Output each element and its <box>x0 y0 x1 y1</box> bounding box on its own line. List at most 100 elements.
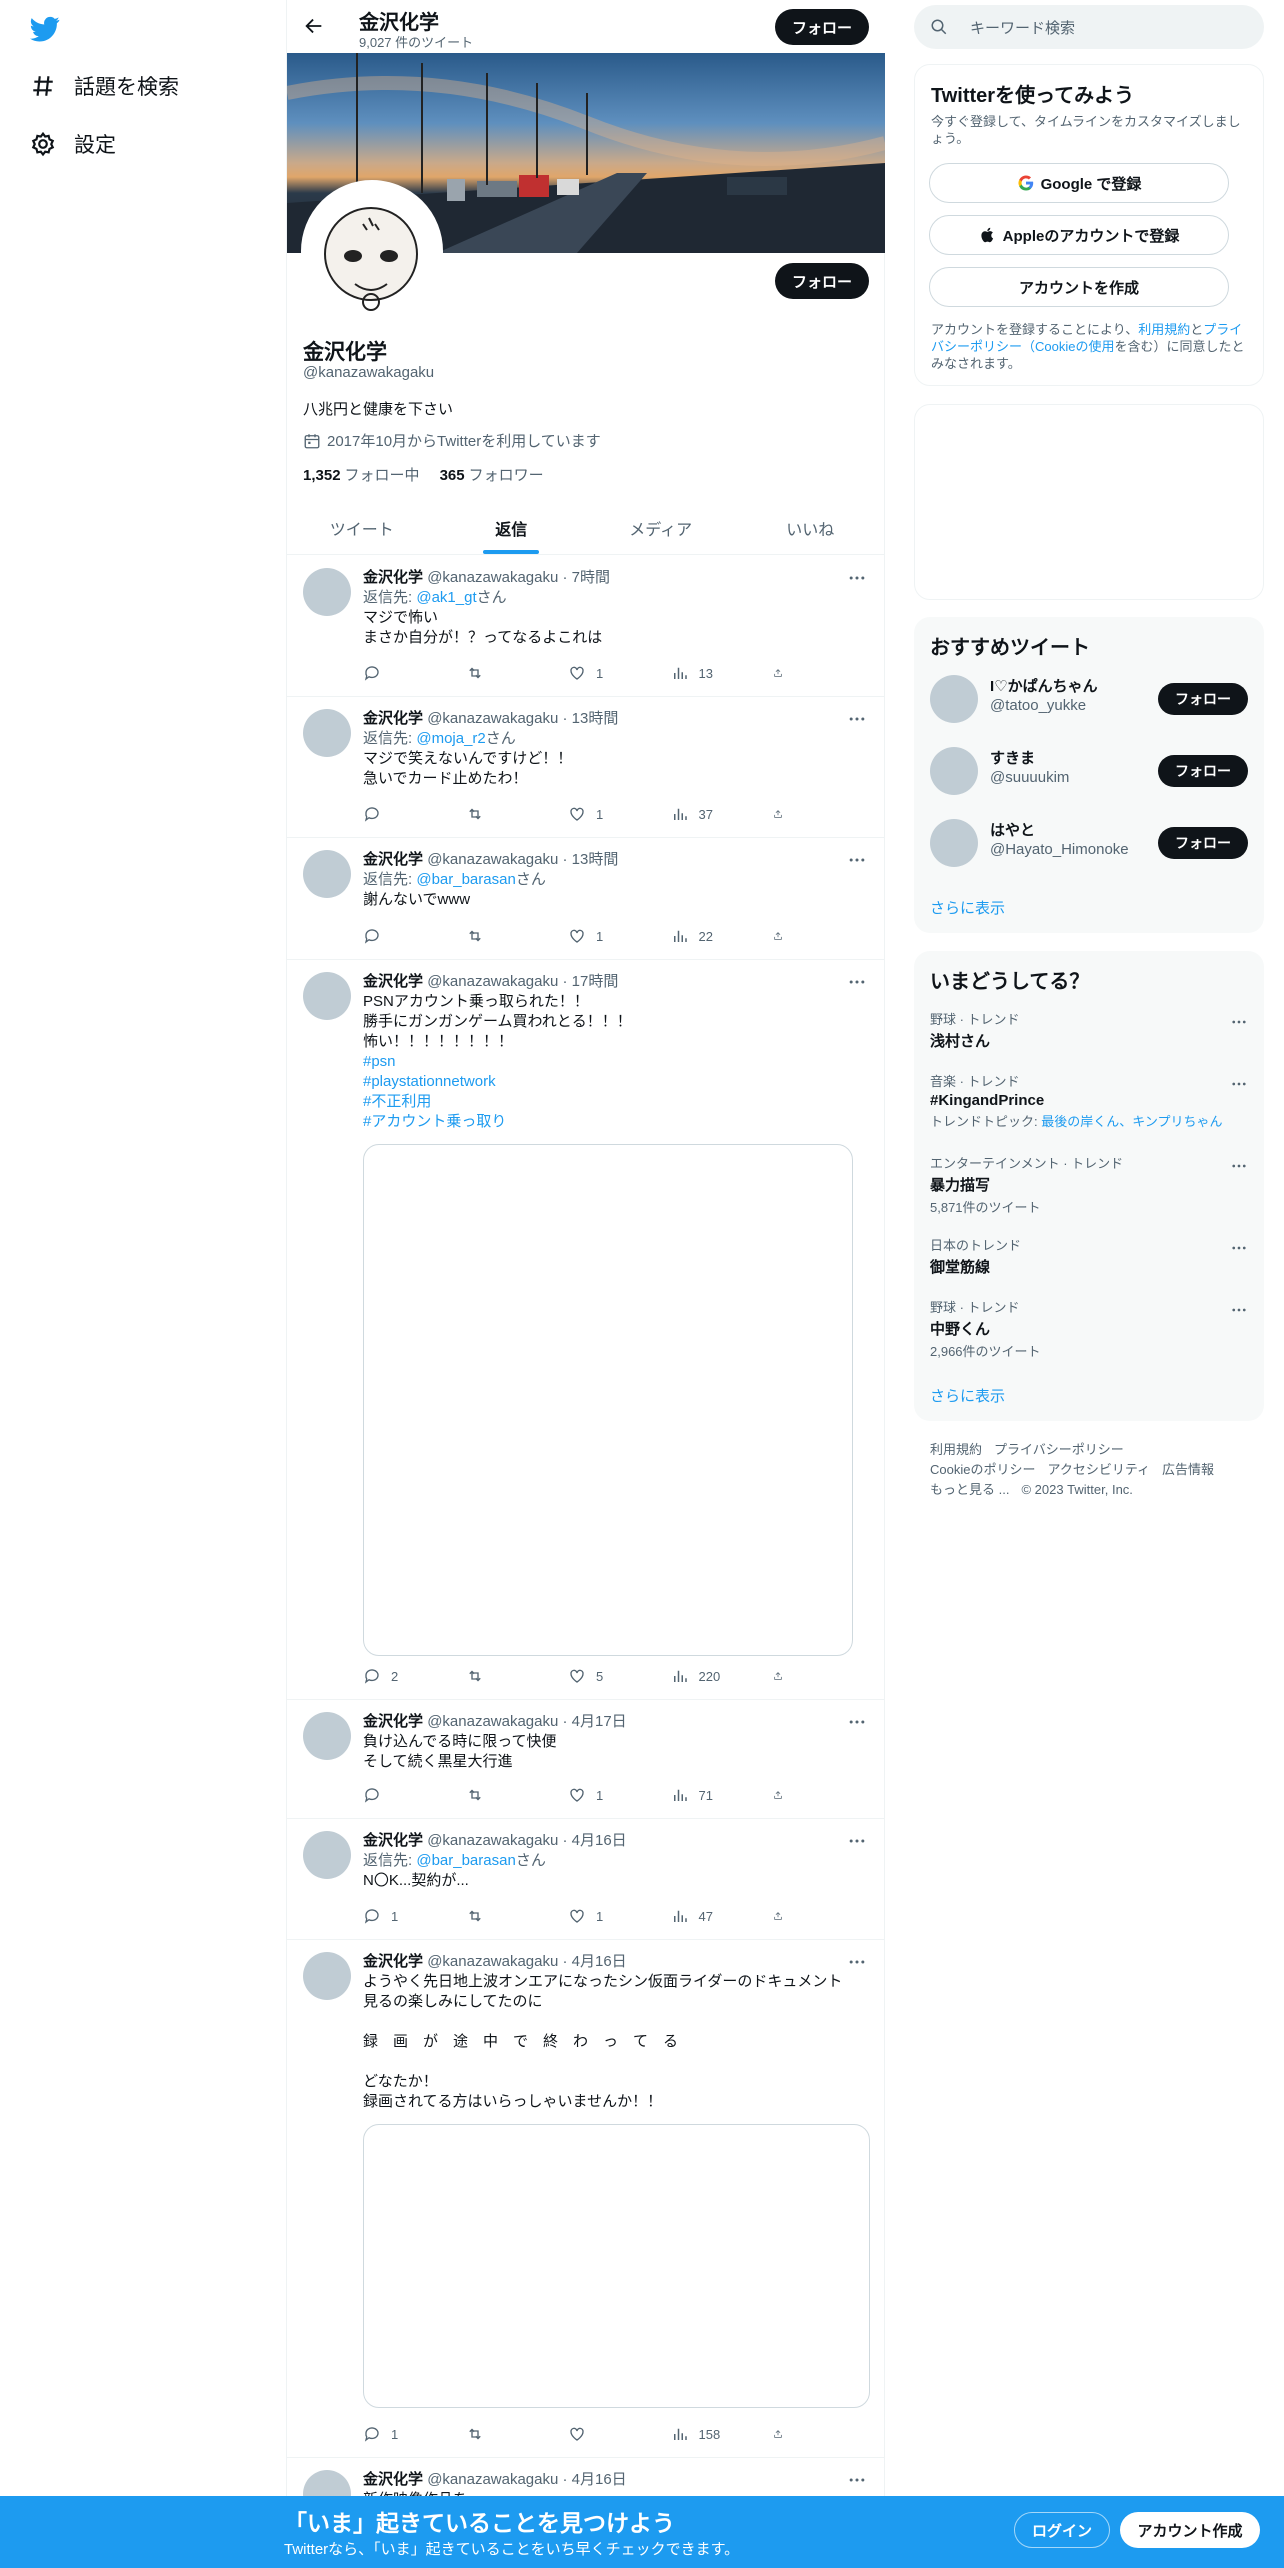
reply-button[interactable] <box>363 805 448 823</box>
trend-more-button[interactable] <box>1230 1239 1248 1257</box>
share-button[interactable] <box>773 927 793 945</box>
share-button[interactable] <box>773 1667 793 1685</box>
tweet-avatar[interactable] <box>303 568 351 616</box>
retweet-button[interactable] <box>466 2425 551 2443</box>
follow-button[interactable]: フォロー <box>1158 827 1248 859</box>
share-button[interactable] <box>773 2425 793 2443</box>
tweet[interactable]: 金沢化学 @kanazawakagaku · 13時間 返信先: @bar_bar… <box>287 838 885 960</box>
trend-item[interactable]: 野球 · トレンド 中野くん 2,966件のツイート <box>930 1297 1248 1360</box>
avatar[interactable] <box>930 747 978 795</box>
tweet-author-name[interactable]: 金沢化学 <box>363 1713 423 1730</box>
tweet-author-name[interactable]: 金沢化学 <box>363 2471 423 2488</box>
like-button[interactable]: 1 <box>568 805 653 823</box>
retweet-button[interactable] <box>466 1907 551 1925</box>
trend-item[interactable]: 野球 · トレンド 浅村さん <box>930 1009 1248 1051</box>
tweet[interactable]: 金沢化学 @kanazawakagaku · 4月16日 返信先: @bar_ba… <box>287 1819 885 1940</box>
search-input[interactable]: キーワード検索 <box>914 5 1264 49</box>
views-button[interactable]: 220 <box>671 1667 756 1685</box>
trend-item[interactable]: 音楽 · トレンド #KingandPrince トレンドトピック: 最後の岸くん、… <box>930 1071 1248 1130</box>
trend-related-link[interactable]: 最後の岸くん、キンプリちゃん <box>1041 1114 1222 1129</box>
twitter-logo-icon[interactable] <box>30 14 60 44</box>
reply-button[interactable] <box>363 664 448 682</box>
reply-button[interactable] <box>363 1786 448 1804</box>
recommended-user[interactable]: すきま @suuuukim フォロー <box>930 741 1248 797</box>
share-button[interactable] <box>773 1907 793 1925</box>
trend-more-button[interactable] <box>1230 1301 1248 1319</box>
reply-to-link[interactable]: @moja_r2 <box>416 730 485 747</box>
tab-media[interactable]: メディア <box>586 502 736 554</box>
reply-to-link[interactable]: @ak1_gt <box>416 589 476 606</box>
like-button[interactable]: 1 <box>568 1786 653 1804</box>
header-follow-button[interactable]: フォロー <box>775 9 869 45</box>
views-button[interactable]: 47 <box>671 1907 756 1925</box>
avatar[interactable] <box>930 819 978 867</box>
reply-button[interactable] <box>363 927 448 945</box>
recommended-user[interactable]: I♡かぱんちゃん @tatoo_yukke フォロー <box>930 669 1248 725</box>
tweet-author-name[interactable]: 金沢化学 <box>363 851 423 868</box>
tweet[interactable]: 金沢化学 @kanazawakagaku · 4月17日 負け込んでる時に限って快… <box>287 1700 885 1819</box>
reply-button[interactable]: 1 <box>363 2425 448 2443</box>
signup-button[interactable]: アカウント作成 <box>1120 2512 1260 2548</box>
views-button[interactable]: 13 <box>671 664 756 682</box>
tweet-avatar[interactable] <box>303 1952 351 2000</box>
views-button[interactable]: 37 <box>671 805 756 823</box>
tweet-media[interactable] <box>363 2124 870 2408</box>
reply-button[interactable]: 2 <box>363 1667 448 1685</box>
trend-item[interactable]: 日本のトレンド 御堂筋線 <box>930 1235 1248 1277</box>
like-button[interactable]: 5 <box>568 1667 653 1685</box>
share-button[interactable] <box>773 664 793 682</box>
footer-link[interactable]: 広告情報 <box>1162 1462 1214 1477</box>
tab-likes[interactable]: いいね <box>736 502 886 554</box>
following-link[interactable]: 1,352 フォロー中 <box>303 464 420 485</box>
trends-more-link[interactable]: さらに表示 <box>930 1385 1005 1406</box>
apple-signup-button[interactable]: Appleのアカウントで登録 <box>929 215 1229 255</box>
hashtag-link[interactable]: #psn <box>363 1052 868 1072</box>
tweet-author-name[interactable]: 金沢化学 <box>363 710 423 727</box>
like-button[interactable]: 1 <box>568 927 653 945</box>
tweet[interactable]: 金沢化学 @kanazawakagaku · 13時間 返信先: @moja_r2… <box>287 697 885 838</box>
tweet-author-name[interactable]: 金沢化学 <box>363 1953 423 1970</box>
tweet-avatar[interactable] <box>303 1831 351 1879</box>
retweet-button[interactable] <box>466 927 551 945</box>
nav-settings[interactable]: 設定 <box>30 124 116 164</box>
tweet-avatar[interactable] <box>303 850 351 898</box>
footer-link[interactable]: アクセシビリティ <box>1047 1462 1150 1477</box>
reply-to-link[interactable]: @bar_barasan <box>416 1852 515 1869</box>
trend-more-button[interactable] <box>1230 1075 1248 1093</box>
hashtag-link[interactable]: #不正利用 <box>363 1092 868 1112</box>
views-button[interactable]: 71 <box>671 1786 756 1804</box>
reply-to-link[interactable]: @bar_barasan <box>416 871 515 888</box>
share-button[interactable] <box>773 1786 793 1804</box>
footer-link[interactable]: 利用規約 <box>930 1442 982 1457</box>
footer-more-link[interactable]: もっと見る ... <box>930 1482 1009 1497</box>
tweet-avatar[interactable] <box>303 709 351 757</box>
like-button[interactable]: 1 <box>568 664 653 682</box>
footer-link[interactable]: プライバシーポリシー <box>994 1442 1124 1457</box>
followers-link[interactable]: 365 フォロワー <box>440 464 544 485</box>
google-signup-button[interactable]: Google で登録 <box>929 163 1229 203</box>
retweet-button[interactable] <box>466 1667 551 1685</box>
tweet-avatar[interactable] <box>303 972 351 1020</box>
like-button[interactable] <box>568 2425 653 2443</box>
footer-link[interactable]: Cookieのポリシー <box>930 1462 1035 1477</box>
hashtag-link[interactable]: #アカウント乗っ取り <box>363 1112 868 1132</box>
trend-more-button[interactable] <box>1230 1157 1248 1175</box>
tweet-author-name[interactable]: 金沢化学 <box>363 973 423 990</box>
recommended-user[interactable]: はやと @Hayato_Himonoke フォロー <box>930 813 1248 869</box>
views-button[interactable]: 22 <box>671 927 756 945</box>
like-button[interactable]: 1 <box>568 1907 653 1925</box>
tab-tweets[interactable]: ツイート <box>287 502 437 554</box>
terms-link[interactable]: 利用規約 <box>1138 322 1190 337</box>
retweet-button[interactable] <box>466 664 551 682</box>
tab-replies[interactable]: 返信 <box>437 502 587 554</box>
create-account-button[interactable]: アカウントを作成 <box>929 267 1229 307</box>
profile-follow-button[interactable]: フォロー <box>775 263 869 299</box>
tweet-author-name[interactable]: 金沢化学 <box>363 569 423 586</box>
reply-button[interactable]: 1 <box>363 1907 448 1925</box>
profile-avatar[interactable] <box>301 180 443 322</box>
tweet[interactable]: 金沢化学 @kanazawakagaku · 4月16日 ようやく先日地上波オンエ… <box>287 1940 885 2458</box>
retweet-button[interactable] <box>466 805 551 823</box>
tweet[interactable]: 金沢化学 @kanazawakagaku · 7時間 返信先: @ak1_gtさん… <box>287 556 885 697</box>
follow-button[interactable]: フォロー <box>1158 683 1248 715</box>
tweet-avatar[interactable] <box>303 1712 351 1760</box>
